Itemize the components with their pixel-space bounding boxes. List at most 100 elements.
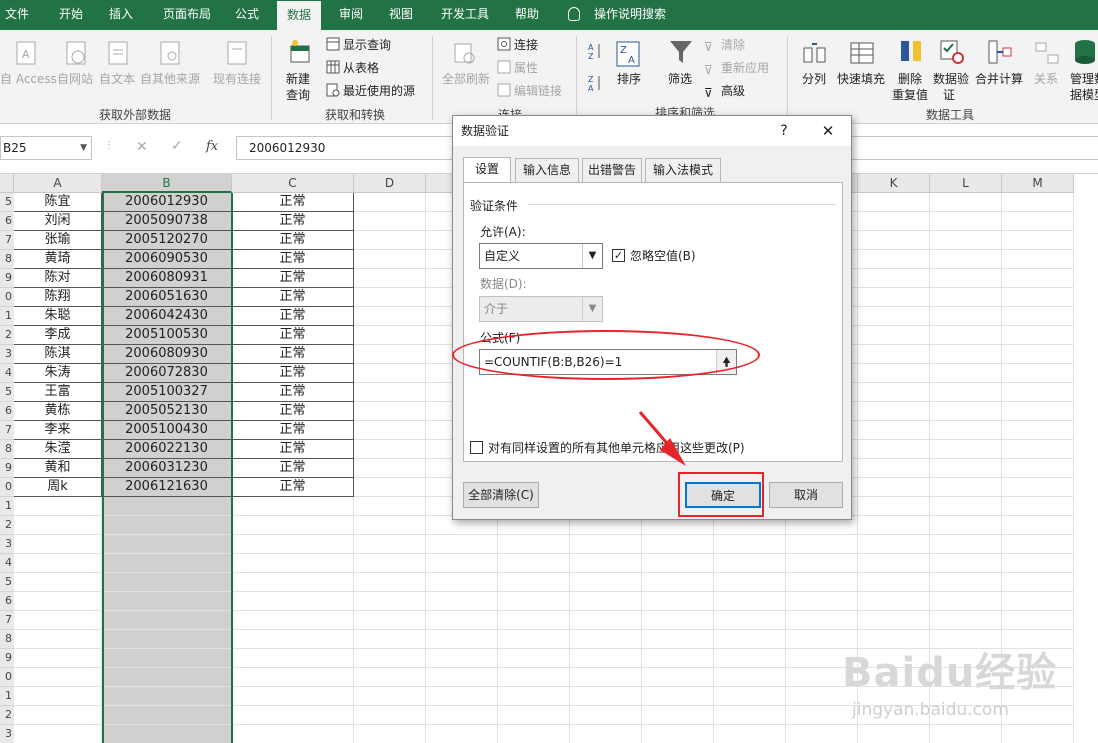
row-header[interactable]: 8 bbox=[0, 440, 14, 459]
cell[interactable] bbox=[14, 611, 102, 630]
cell[interactable] bbox=[786, 592, 858, 611]
cell[interactable] bbox=[354, 611, 426, 630]
tab-settings[interactable]: 设置 bbox=[463, 157, 511, 183]
cell[interactable] bbox=[426, 611, 498, 630]
cell[interactable] bbox=[426, 725, 498, 743]
cell[interactable] bbox=[714, 706, 786, 725]
sort-button[interactable]: ZA 排序 bbox=[612, 34, 646, 94]
cell[interactable] bbox=[858, 288, 930, 307]
cell[interactable]: 陈宜 bbox=[14, 193, 102, 212]
cell[interactable] bbox=[786, 611, 858, 630]
cell[interactable] bbox=[102, 649, 232, 668]
tab-home[interactable]: 开始 bbox=[50, 0, 92, 30]
row-header[interactable]: 0 bbox=[0, 288, 14, 307]
cell[interactable] bbox=[1002, 554, 1074, 573]
cell[interactable] bbox=[354, 687, 426, 706]
data-select[interactable]: 介于 ▼ bbox=[479, 296, 603, 322]
tab-help[interactable]: 帮助 bbox=[505, 0, 549, 30]
cell[interactable] bbox=[14, 535, 102, 554]
cell[interactable] bbox=[930, 250, 1002, 269]
cancel-icon[interactable]: ✕ bbox=[136, 139, 148, 155]
cell[interactable] bbox=[354, 706, 426, 725]
cell[interactable] bbox=[426, 554, 498, 573]
cell[interactable] bbox=[786, 706, 858, 725]
cell[interactable] bbox=[930, 497, 1002, 516]
cell[interactable] bbox=[642, 611, 714, 630]
cell[interactable] bbox=[1002, 421, 1074, 440]
cell[interactable] bbox=[102, 725, 232, 743]
cell[interactable] bbox=[1002, 383, 1074, 402]
cell[interactable] bbox=[570, 630, 642, 649]
cell[interactable]: 正常 bbox=[232, 307, 354, 326]
cell[interactable] bbox=[858, 383, 930, 402]
cell[interactable] bbox=[102, 573, 232, 592]
cell[interactable] bbox=[1002, 193, 1074, 212]
row-header[interactable]: 5 bbox=[0, 193, 14, 212]
row-header[interactable]: 1 bbox=[0, 497, 14, 516]
cell[interactable]: 陈翔 bbox=[14, 288, 102, 307]
cell[interactable] bbox=[714, 668, 786, 687]
cell[interactable] bbox=[232, 535, 354, 554]
cell[interactable] bbox=[354, 630, 426, 649]
cell[interactable] bbox=[642, 687, 714, 706]
cell[interactable] bbox=[570, 687, 642, 706]
cell[interactable]: 正常 bbox=[232, 421, 354, 440]
cell[interactable] bbox=[714, 573, 786, 592]
cell[interactable] bbox=[14, 497, 102, 516]
cell[interactable] bbox=[714, 611, 786, 630]
cell[interactable] bbox=[930, 573, 1002, 592]
cell[interactable] bbox=[1002, 307, 1074, 326]
cell[interactable] bbox=[1002, 364, 1074, 383]
cell[interactable] bbox=[642, 630, 714, 649]
cell[interactable] bbox=[498, 649, 570, 668]
cell[interactable] bbox=[1002, 231, 1074, 250]
cell[interactable] bbox=[930, 193, 1002, 212]
cell[interactable] bbox=[714, 592, 786, 611]
cell[interactable] bbox=[858, 611, 930, 630]
row-header[interactable]: 4 bbox=[0, 554, 14, 573]
cell[interactable]: 2005120270 bbox=[102, 231, 232, 250]
cell[interactable] bbox=[858, 440, 930, 459]
cell[interactable] bbox=[930, 364, 1002, 383]
cell[interactable] bbox=[858, 592, 930, 611]
cell[interactable]: 李来 bbox=[14, 421, 102, 440]
cell[interactable] bbox=[930, 440, 1002, 459]
cell[interactable] bbox=[930, 307, 1002, 326]
cell[interactable] bbox=[354, 497, 426, 516]
row-header[interactable]: 7 bbox=[0, 611, 14, 630]
cell[interactable] bbox=[354, 383, 426, 402]
cell[interactable] bbox=[102, 535, 232, 554]
column-header[interactable]: B bbox=[102, 174, 232, 193]
cell[interactable] bbox=[354, 307, 426, 326]
tab-view[interactable]: 视图 bbox=[380, 0, 422, 30]
row-header[interactable]: 2 bbox=[0, 326, 14, 345]
cell[interactable] bbox=[14, 668, 102, 687]
cell[interactable] bbox=[858, 535, 930, 554]
cell[interactable] bbox=[642, 554, 714, 573]
cell[interactable]: 2005100327 bbox=[102, 383, 232, 402]
cell[interactable]: 朱滢 bbox=[14, 440, 102, 459]
recent-sources-button[interactable]: 最近使用的源 bbox=[326, 82, 415, 99]
cell[interactable]: 朱聪 bbox=[14, 307, 102, 326]
cell[interactable]: 陈对 bbox=[14, 269, 102, 288]
manage-data-model-button[interactable]: 管理数 据模型 bbox=[1068, 34, 1098, 104]
row-header[interactable]: 9 bbox=[0, 649, 14, 668]
cell[interactable] bbox=[570, 706, 642, 725]
cell[interactable] bbox=[498, 573, 570, 592]
cell[interactable] bbox=[642, 592, 714, 611]
remove-duplicates-button[interactable]: 删除 重复值 bbox=[892, 34, 932, 104]
cell[interactable] bbox=[858, 478, 930, 497]
tab-review[interactable]: 审阅 bbox=[330, 0, 372, 30]
cell[interactable] bbox=[426, 706, 498, 725]
cell[interactable] bbox=[354, 573, 426, 592]
cell[interactable] bbox=[426, 535, 498, 554]
cell[interactable]: 2006031230 bbox=[102, 459, 232, 478]
tab-file[interactable]: 文件 bbox=[0, 0, 34, 30]
cell[interactable] bbox=[498, 687, 570, 706]
flash-fill-button[interactable]: 快速填充 bbox=[837, 34, 889, 94]
cell[interactable]: 2006121630 bbox=[102, 478, 232, 497]
cell[interactable] bbox=[1002, 516, 1074, 535]
from-text-button[interactable]: 自文本 bbox=[99, 34, 139, 90]
cell[interactable]: 黄和 bbox=[14, 459, 102, 478]
allow-select[interactable]: 自定义 ▼ bbox=[479, 243, 603, 269]
